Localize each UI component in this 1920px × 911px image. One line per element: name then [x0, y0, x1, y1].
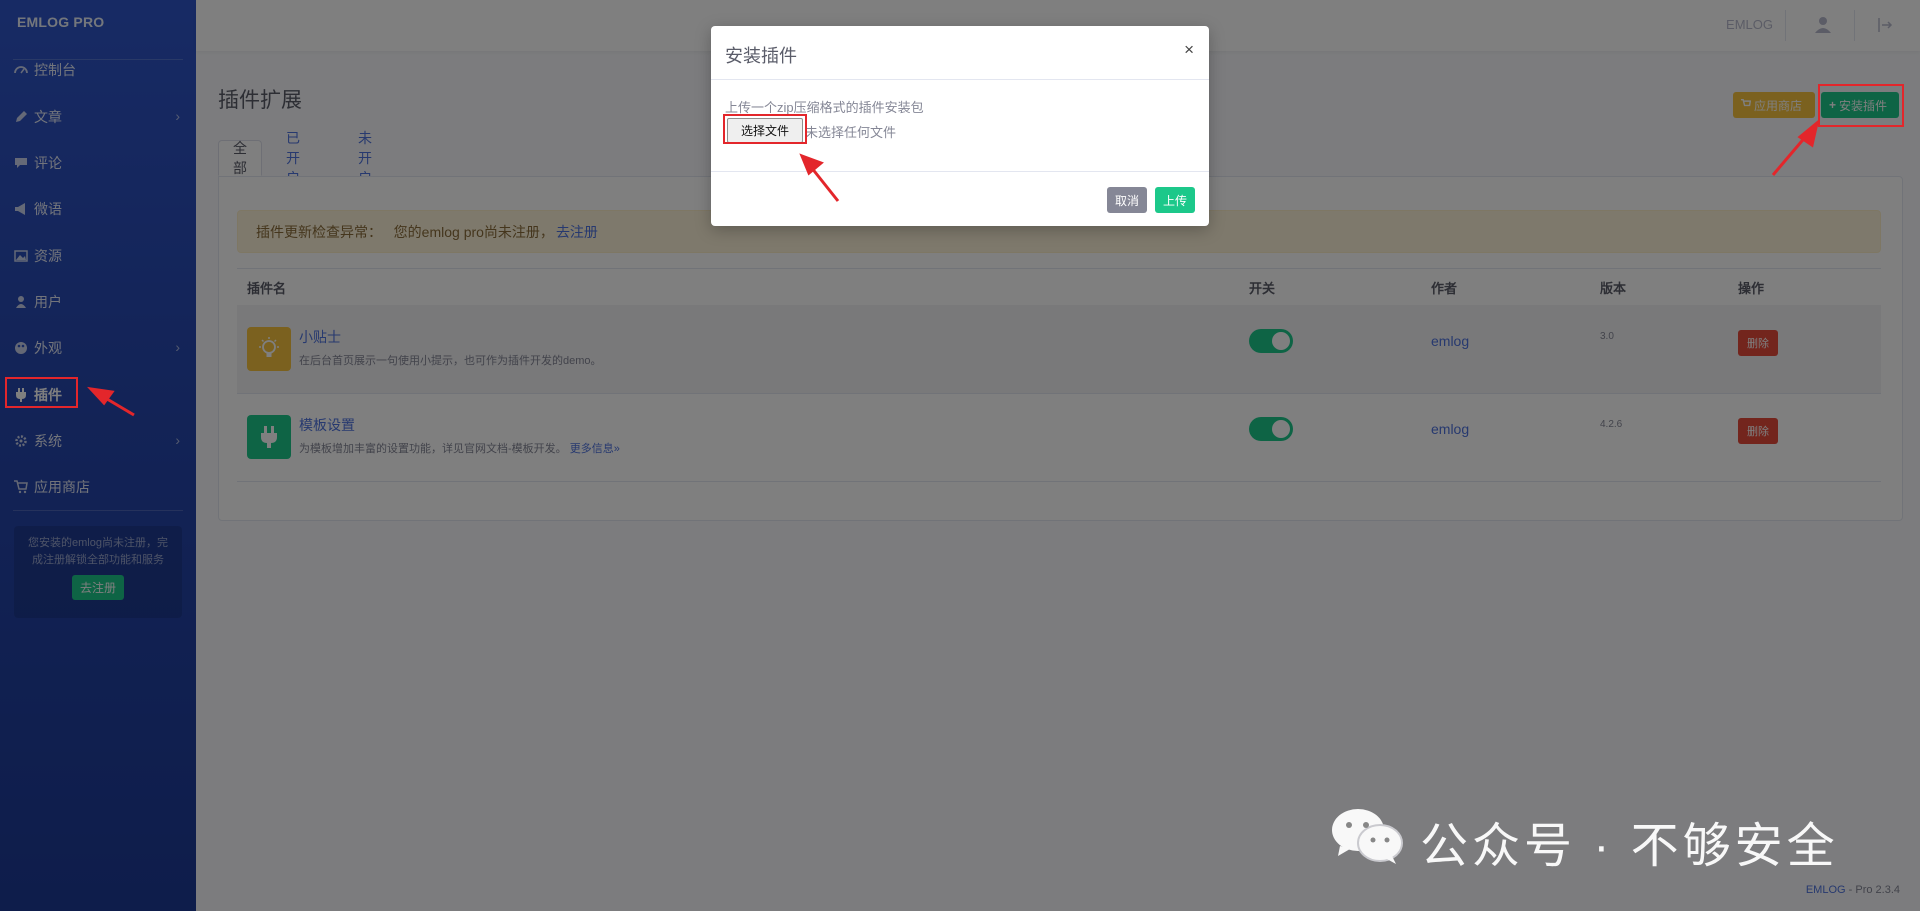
cancel-button[interactable]: 取消 — [1107, 187, 1147, 213]
wechat-icon — [1330, 806, 1404, 876]
annotation-box-install — [1818, 84, 1904, 127]
upload-button[interactable]: 上传 — [1155, 187, 1195, 213]
wechat-watermark: 公众号 · 不够安全 — [1330, 806, 1839, 876]
annotation-box-plugins — [5, 377, 78, 408]
modal-header-divider — [711, 79, 1209, 80]
annotation-box-choose-file — [723, 114, 807, 144]
modal-footer-divider — [711, 171, 1209, 172]
modal-title: 安装插件 — [725, 46, 797, 66]
watermark-text: 公众号 · 不够安全 — [1420, 820, 1839, 873]
file-status: 未选择任何文件 — [805, 125, 897, 140]
close-icon[interactable]: × — [1184, 40, 1194, 60]
